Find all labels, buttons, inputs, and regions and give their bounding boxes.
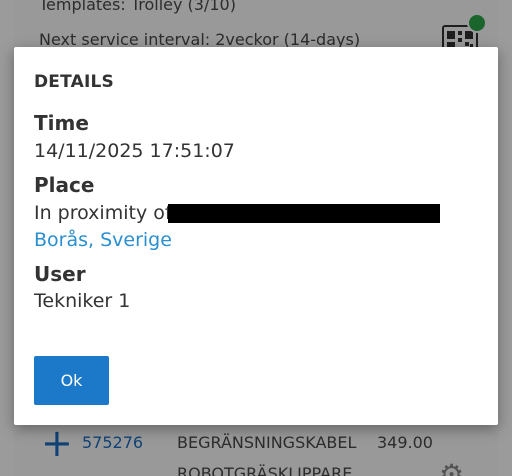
place-prefix: In proximity of (34, 202, 172, 224)
time-value: 14/11/2025 17:51:07 (34, 140, 235, 162)
user-label: User (34, 262, 86, 286)
place-city-link[interactable]: Borås, Sverige (34, 229, 172, 251)
details-dialog: DETAILS Time 14/11/2025 17:51:07 Place I… (14, 47, 498, 425)
time-label: Time (34, 111, 89, 135)
place-label: Place (34, 173, 95, 197)
dialog-title: DETAILS (34, 72, 114, 92)
ok-button[interactable]: Ok (34, 356, 109, 405)
redacted-address (168, 204, 440, 223)
user-value: Tekniker 1 (34, 290, 131, 312)
